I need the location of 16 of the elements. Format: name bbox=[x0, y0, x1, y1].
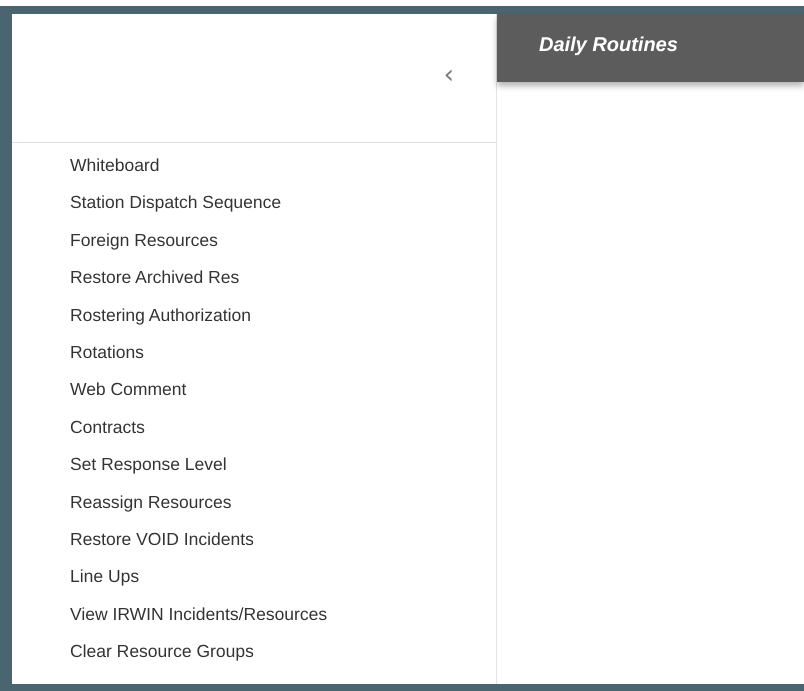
menu-item[interactable]: Restore Archived Res bbox=[70, 259, 240, 297]
menu-item[interactable]: Whiteboard bbox=[70, 147, 160, 184]
menu-item[interactable]: Rostering Authorization bbox=[70, 296, 251, 334]
menu-item[interactable]: Web Comment bbox=[70, 371, 186, 409]
menu-item[interactable]: Set Response Level bbox=[70, 446, 227, 484]
menu-item[interactable]: Rotations bbox=[70, 334, 144, 372]
menu-item[interactable]: Foreign Resources bbox=[70, 222, 218, 260]
menu-item[interactable]: View IRWIN Incidents/Resources bbox=[70, 596, 328, 634]
menu-item[interactable]: Contracts bbox=[70, 408, 145, 446]
menu-item[interactable]: Restore VOID Incidents bbox=[70, 520, 254, 558]
menu-item[interactable]: Station Dispatch Sequence bbox=[70, 184, 282, 222]
page-title: Daily Routines bbox=[539, 34, 678, 56]
menu-item[interactable]: Reassign Resources bbox=[70, 484, 232, 521]
menu-item[interactable]: Clear Resource Groups bbox=[70, 633, 254, 670]
collapse-button[interactable]: ‹ bbox=[440, 62, 458, 88]
menu-item[interactable]: Line Ups bbox=[70, 558, 140, 596]
